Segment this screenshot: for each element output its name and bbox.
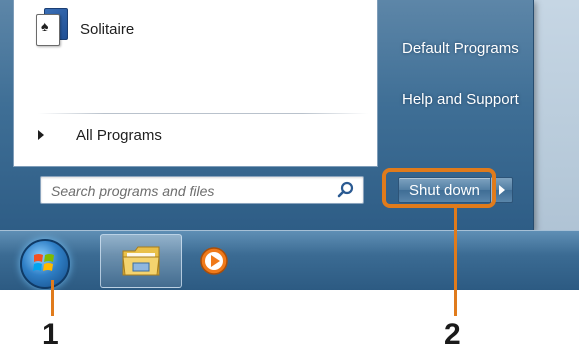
program-item-solitaire[interactable]: ♠ Solitaire: [34, 4, 334, 48]
solitaire-icon: ♠: [34, 6, 68, 46]
start-menu: ♠ Solitaire All Programs Default Program…: [0, 0, 534, 231]
all-programs-label: All Programs: [76, 126, 162, 144]
help-and-support-link[interactable]: Help and Support: [402, 91, 519, 108]
folder-icon: [122, 246, 160, 276]
callout-1-number: 1: [42, 318, 59, 351]
callout-2-number: 2: [444, 318, 461, 351]
callout-1-line: [51, 280, 54, 316]
expand-arrow-icon: [38, 130, 44, 140]
search-input[interactable]: [49, 180, 323, 202]
taskbar-media-player-button[interactable]: [196, 244, 232, 278]
desktop-screen: ♠ Solitaire All Programs Default Program…: [0, 0, 579, 290]
taskbar-explorer-button[interactable]: [100, 234, 182, 288]
search-box[interactable]: [40, 176, 364, 204]
all-programs-item[interactable]: All Programs: [38, 124, 162, 146]
menu-divider: [38, 113, 368, 114]
search-icon[interactable]: [337, 181, 355, 199]
default-programs-link[interactable]: Default Programs: [402, 40, 519, 57]
chevron-right-icon: [498, 185, 505, 195]
programs-pane: ♠ Solitaire All Programs: [13, 0, 378, 167]
start-button[interactable]: [20, 239, 70, 289]
shutdown-highlight: [382, 168, 496, 208]
program-label: Solitaire: [80, 21, 135, 38]
callout-2-line: [454, 208, 457, 316]
taskbar: [0, 230, 579, 290]
media-player-icon: [200, 247, 228, 275]
windows-logo-icon: [33, 254, 54, 271]
